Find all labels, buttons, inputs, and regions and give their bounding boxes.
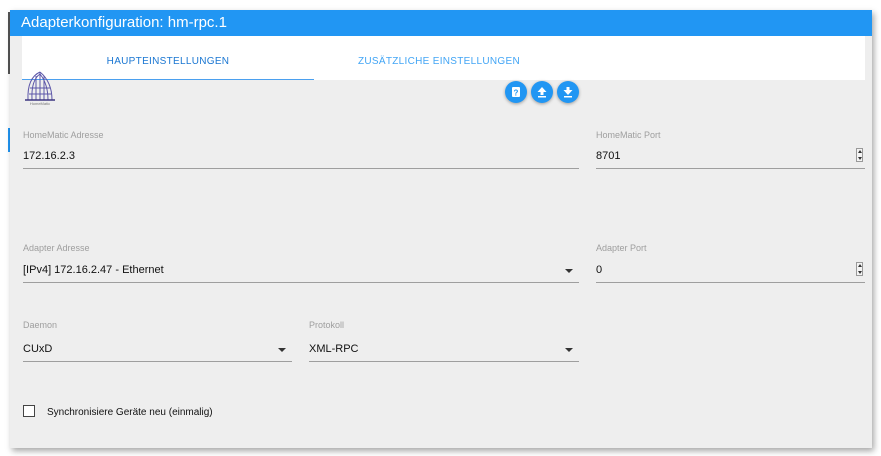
logo-caption: HomeMatic	[29, 101, 51, 106]
adapter-address-label: Adapter Adresse	[23, 243, 90, 253]
download-icon	[563, 87, 573, 98]
adapter-port-label: Adapter Port	[596, 243, 647, 253]
adapter-port-value: 0	[596, 264, 603, 276]
homematic-port-label: HomeMatic Port	[596, 130, 661, 140]
daemon-label: Daemon	[23, 320, 58, 330]
help-button[interactable]: ?	[505, 81, 527, 103]
tab-bar: HAUPTEINSTELLUNGEN ZUSÄTZLICHE EINSTELLU…	[22, 36, 865, 80]
chevron-down-icon	[278, 348, 286, 352]
dialog-title: Adapterkonfiguration: hm-rpc.1	[10, 10, 872, 36]
download-button[interactable]	[557, 81, 579, 103]
daemon-select[interactable]: CUxD	[23, 341, 292, 362]
adapter-address-value: [IPv4] 172.16.2.47 - Ethernet	[23, 264, 164, 276]
help-icon: ?	[512, 87, 520, 98]
homematic-port-input[interactable]: 8701	[596, 148, 865, 169]
sync-devices-checkbox[interactable]	[23, 405, 35, 417]
tab-main-settings[interactable]: HAUPTEINSTELLUNGEN	[22, 36, 314, 80]
adapter-port-input[interactable]: 0	[596, 262, 865, 283]
homematic-address-input[interactable]: 172.16.2.3	[23, 148, 579, 169]
upload-button[interactable]	[531, 81, 553, 103]
protocol-value: XML-RPC	[309, 343, 359, 355]
sync-devices-label: Synchronisiere Geräte neu (einmalig)	[47, 407, 213, 418]
tab-additional-settings[interactable]: ZUSÄTZLICHE EINSTELLUNGEN	[314, 36, 564, 79]
adapter-address-select[interactable]: [IPv4] 172.16.2.47 - Ethernet	[23, 262, 579, 283]
chevron-down-icon	[565, 348, 573, 352]
adapter-config-dialog: Adapterkonfiguration: hm-rpc.1 HAUPTEINS…	[10, 10, 872, 448]
chevron-down-icon	[565, 269, 573, 273]
protocol-label: Protokoll	[309, 320, 345, 330]
homematic-address-value: 172.16.2.3	[23, 150, 75, 162]
upload-icon	[537, 87, 547, 98]
homematic-port-value: 8701	[596, 150, 621, 162]
port-stepper[interactable]	[856, 148, 863, 162]
adapter-port-stepper[interactable]	[856, 262, 863, 276]
protocol-select[interactable]: XML-RPC	[309, 341, 579, 362]
svg-text:?: ?	[514, 89, 519, 98]
daemon-value: CUxD	[23, 343, 53, 355]
homematic-address-label: HomeMatic Adresse	[23, 130, 104, 140]
